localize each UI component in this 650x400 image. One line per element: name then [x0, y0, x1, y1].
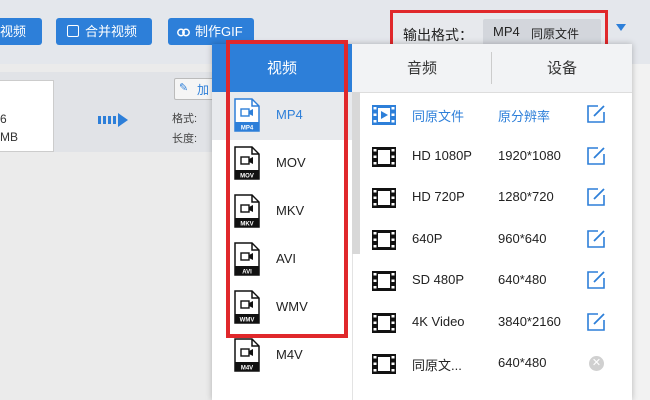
format-tag: MP4	[241, 126, 254, 132]
format-popup: 视频 音频 设备 MP4 MP4 MOV MOV MKV MKV AVI AVI WMV WMV M…	[212, 44, 632, 400]
preset-row[interactable]: HD 720P 1280*720	[362, 177, 632, 219]
output-format-select[interactable]: MP4 同原文件	[483, 19, 601, 45]
film-icon	[372, 229, 396, 250]
preset-resolution: 640*480	[498, 272, 547, 287]
film-icon	[372, 271, 396, 291]
film-icon	[372, 105, 396, 125]
add-button[interactable]: ✎ 加	[174, 78, 214, 100]
preset-name: 640P	[412, 230, 443, 246]
preset-row[interactable]: HD 1080P 1920*1080	[362, 136, 632, 178]
preset-resolution: 1280*720	[498, 189, 554, 204]
edit-icon[interactable]	[586, 229, 606, 249]
format-item-avi[interactable]: AVI AVI	[212, 236, 352, 284]
edit-icon[interactable]	[586, 187, 606, 207]
wmv-file-icon: WMV	[234, 290, 260, 324]
format-tag: M4V	[241, 366, 253, 372]
format-name: MKV	[276, 203, 305, 218]
preset-resolution: 1920*1080	[498, 147, 561, 163]
film-icon	[372, 188, 396, 208]
file-size-line1: 6	[0, 112, 7, 126]
preset-name: 4K Video	[412, 313, 465, 329]
format-item-wmv[interactable]: WMV WMV	[212, 284, 352, 332]
file-row[interactable]: 6 MB ✎ 加 格式: 长度:	[0, 72, 214, 152]
format-item-mp4[interactable]: MP4 MP4	[212, 92, 352, 140]
tab-bar: 视频 音频 设备	[212, 44, 632, 93]
pencil-icon: ✎	[179, 82, 189, 94]
preset-resolution: 960*640	[498, 230, 547, 246]
mp4-file-icon: MP4	[234, 98, 260, 132]
format-name: AVI	[276, 251, 296, 266]
preset-name: HD 720P	[412, 189, 465, 204]
preset-row[interactable]: 同原文... 640*480 ✕	[362, 343, 632, 385]
preset-name: 同原文件	[412, 109, 465, 124]
format-name: MOV	[276, 155, 306, 170]
link-icon	[177, 28, 190, 37]
preset-resolution: 640*480	[498, 355, 547, 370]
format-tag: MOV	[240, 174, 254, 180]
tab-device[interactable]: 设备	[492, 44, 632, 92]
dropdown-arrow-icon[interactable]	[616, 24, 626, 31]
convert-arrow-icon	[98, 113, 128, 130]
film-icon	[372, 146, 396, 167]
merge-icon	[67, 25, 79, 37]
file-size-line2: MB	[0, 130, 18, 144]
format-list: MP4 MP4 MOV MOV MKV MKV AVI AVI WMV WMV M4V M4V	[212, 92, 353, 400]
preset-row[interactable]: SD 480P 640*480	[362, 260, 632, 302]
output-format-value: MP4	[493, 24, 520, 39]
format-item-m4v[interactable]: M4V M4V	[212, 332, 352, 380]
film-icon	[372, 312, 396, 333]
preset-name: HD 1080P	[412, 147, 472, 163]
merge-video-button[interactable]: 合并视频	[56, 18, 152, 45]
m4v-file-icon: M4V	[234, 338, 260, 372]
preset-row[interactable]: 4K Video 3840*2160	[362, 302, 632, 344]
format-item-mov[interactable]: MOV MOV	[212, 140, 352, 188]
avi-file-icon: AVI	[234, 242, 260, 276]
make-gif-button[interactable]: 制作GIF	[168, 18, 254, 45]
length-label: 长度:	[172, 133, 198, 145]
format-name: M4V	[276, 347, 303, 362]
edit-icon[interactable]	[586, 270, 606, 290]
tab-audio[interactable]: 音频	[352, 44, 492, 92]
edit-icon[interactable]	[586, 312, 606, 332]
preset-row[interactable]: 640P 960*640	[362, 219, 632, 261]
preset-name: 同原文...	[412, 358, 462, 373]
mov-file-icon: MOV	[234, 146, 260, 180]
format-tag: MKV	[240, 222, 253, 228]
format-item-mkv[interactable]: MKV MKV	[212, 188, 352, 236]
preset-resolution: 原分辨率	[498, 109, 551, 124]
format-name: WMV	[276, 299, 308, 314]
edit-icon[interactable]	[586, 104, 606, 124]
video-button[interactable]: 视频	[0, 18, 42, 45]
delete-icon[interactable]: ✕	[589, 356, 604, 371]
output-format-label: 输出格式：	[403, 27, 473, 43]
film-icon	[372, 354, 396, 374]
format-name: MP4	[276, 107, 303, 122]
format-label: 格式:	[172, 113, 198, 125]
output-format-sub: 同原文件	[531, 27, 580, 41]
mkv-file-icon: MKV	[234, 194, 260, 228]
format-tag: WMV	[240, 318, 255, 324]
format-list-scrollbar[interactable]	[352, 92, 360, 254]
tab-video[interactable]: 视频	[212, 44, 352, 92]
preset-row[interactable]: 同原文件 原分辨率	[362, 94, 632, 136]
edit-icon[interactable]	[586, 146, 606, 166]
preset-resolution: 3840*2160	[498, 313, 561, 329]
preset-name: SD 480P	[412, 272, 465, 287]
format-tag: AVI	[242, 270, 252, 276]
